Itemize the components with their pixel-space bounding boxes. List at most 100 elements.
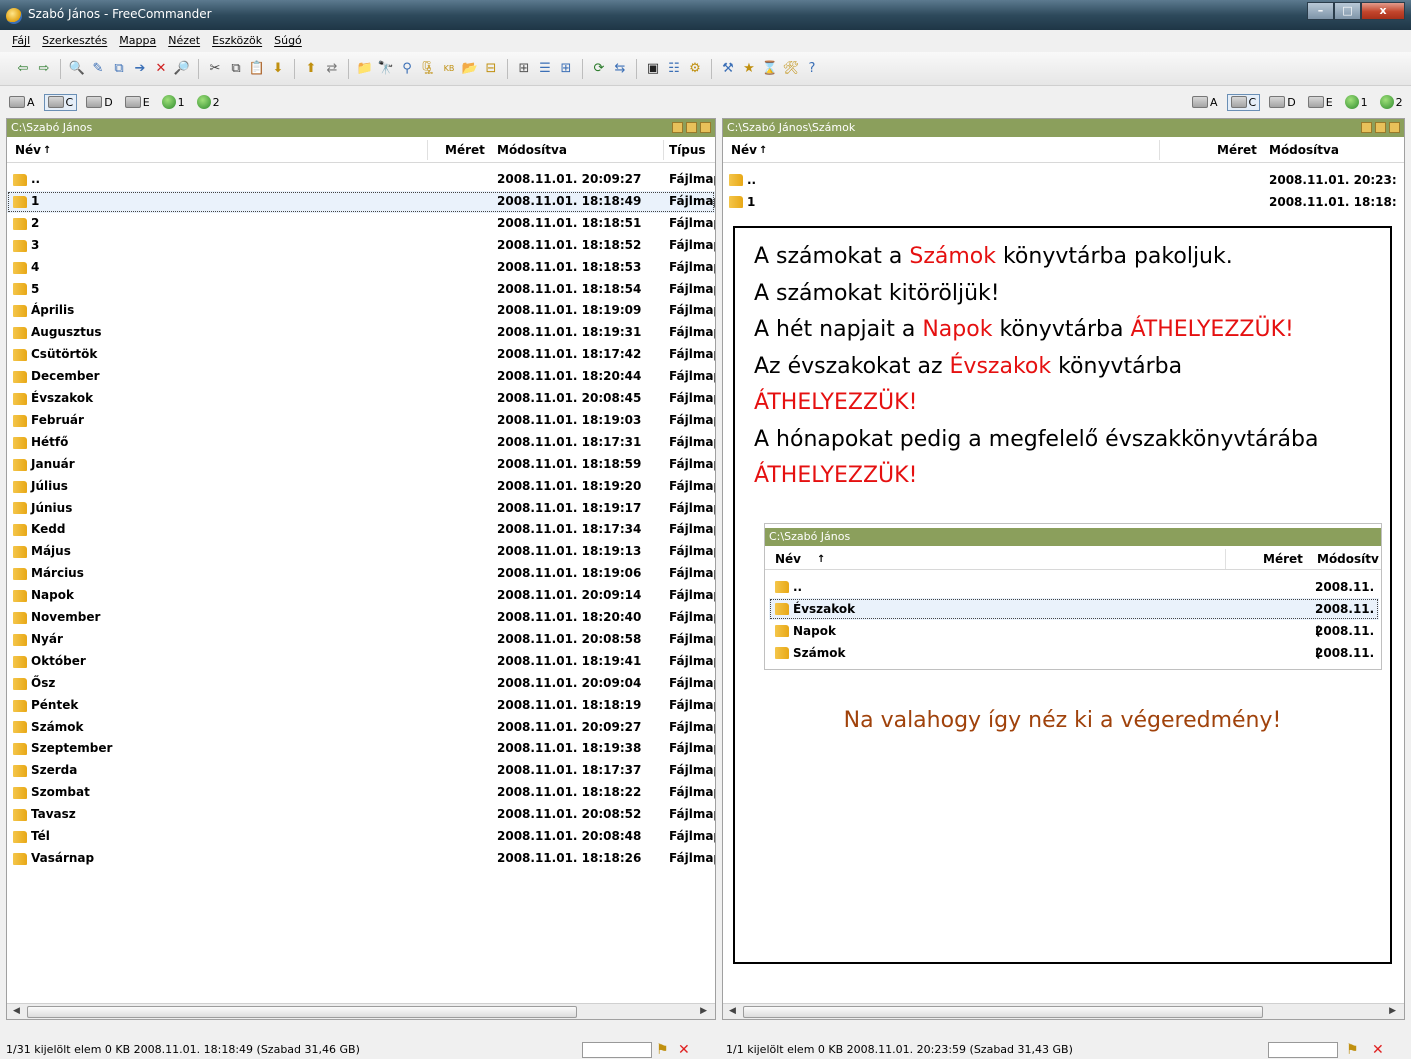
minimize-button[interactable]: – [1307, 2, 1334, 20]
list-item[interactable]: 3 2008.11.01. 18:18:52 Fájlmappa [7, 235, 715, 257]
drive-D[interactable]: D [83, 95, 115, 110]
list-item[interactable]: 5 2008.11.01. 18:18:54 Fájlmappa [7, 279, 715, 301]
maximize-button[interactable]: □ [1334, 2, 1361, 20]
find-icon[interactable]: 🔭 [377, 60, 395, 78]
drive-A[interactable]: A [1189, 95, 1221, 110]
list-item[interactable]: Július 2008.11.01. 18:19:20 Fájlmappa [7, 476, 715, 498]
folder-up-icon[interactable] [700, 122, 711, 133]
list-item[interactable]: 4 2008.11.01. 18:18:53 Fájlmappa [7, 257, 715, 279]
list-item[interactable]: Napok 2008.11.( [769, 620, 1379, 660]
newfolder-icon[interactable]: 📁 [356, 60, 374, 78]
drive-C[interactable]: C [1226, 93, 1261, 111]
folder-open-icon[interactable] [686, 122, 697, 133]
favorites-icon[interactable] [1361, 122, 1372, 133]
left-quick-filter[interactable] [582, 1042, 652, 1058]
console-icon[interactable]: ▣ [644, 60, 662, 78]
back-icon[interactable]: ⇦ [14, 60, 32, 78]
list-item[interactable]: Napok 2008.11.01. 20:09:14 Fájlmappa [7, 585, 715, 607]
list-item[interactable]: Szeptember 2008.11.01. 18:19:38 Fájlmappa [7, 738, 715, 760]
col-type[interactable]: Típus [669, 143, 706, 157]
filter-icon[interactable]: ⚑ [656, 1042, 669, 1058]
menu-tools[interactable]: Eszközök [206, 30, 268, 52]
forward-icon[interactable]: ⇨ [35, 60, 53, 78]
drive-A[interactable]: A [6, 95, 38, 110]
list-item[interactable]: Május 2008.11.01. 18:19:13 Fájlmappa [7, 541, 715, 563]
help-icon[interactable]: ? [803, 60, 821, 78]
paste-icon[interactable]: 📋 [248, 60, 266, 78]
drive-2[interactable]: 2 [194, 94, 223, 110]
list-item[interactable]: Nyár 2008.11.01. 20:08:58 Fájlmappa [7, 629, 715, 651]
list-item[interactable]: .. 2008.11.01. 20:23: [723, 169, 1404, 191]
kb-icon[interactable]: KB [440, 60, 458, 78]
col-name[interactable]: Név [15, 143, 41, 157]
scroll-right-icon[interactable]: ▶ [700, 1006, 707, 1016]
list-item[interactable]: Szombat 2008.11.01. 18:18:22 Fájlmappa [7, 782, 715, 804]
list-item[interactable]: Január 2008.11.01. 18:18:59 Fájlmappa [7, 454, 715, 476]
archive-icon[interactable]: 🗜 [419, 60, 437, 78]
folder-icon[interactable]: 📂 [461, 60, 479, 78]
col-name[interactable]: Név [731, 143, 757, 157]
list-item[interactable]: Vasárnap 2008.11.01. 18:18:26 Fájlmappa [7, 848, 715, 870]
col-modified[interactable]: Módosítva [1269, 143, 1339, 157]
drive-C[interactable]: C [43, 93, 78, 111]
clear-filter-icon[interactable]: ✕ [1372, 1042, 1384, 1058]
drive-E[interactable]: E [1305, 95, 1336, 110]
list-item[interactable]: November 2008.11.01. 18:20:40 Fájlmappa [7, 607, 715, 629]
drive-D[interactable]: D [1266, 95, 1298, 110]
drive-1[interactable]: 1 [159, 94, 188, 110]
list-item[interactable]: Csütörtök 2008.11.01. 18:17:42 Fájlmappa [7, 344, 715, 366]
size-icon[interactable]: ⊟ [482, 60, 500, 78]
list-item[interactable]: Péntek 2008.11.01. 18:18:19 Fájlmappa [7, 695, 715, 717]
props-icon[interactable]: ☷ [665, 60, 683, 78]
drive-E[interactable]: E [122, 95, 153, 110]
list-item[interactable]: Február 2008.11.01. 18:19:03 Fájlmappa [7, 410, 715, 432]
list-item[interactable]: December 2008.11.01. 18:20:44 Fájlmappa [7, 366, 715, 388]
plugin-icon[interactable]: ⚒ [719, 60, 737, 78]
menu-edit[interactable]: Szerkesztés [36, 30, 113, 52]
right-quick-filter[interactable] [1268, 1042, 1338, 1058]
drive-1[interactable]: 1 [1342, 94, 1371, 110]
menu-file[interactable]: Fájl [6, 30, 36, 52]
list-item[interactable]: Augusztus 2008.11.01. 18:19:31 Fájlmappa [7, 322, 715, 344]
pack-icon[interactable]: ⬇ [269, 60, 287, 78]
list-item[interactable]: Kedd 2008.11.01. 18:17:34 Fájlmappa [7, 519, 715, 541]
details-icon[interactable]: ☰ [536, 60, 554, 78]
right-scroll-thumb[interactable] [743, 1006, 1263, 1018]
tools-icon[interactable]: 🛠 [782, 60, 800, 78]
tree-icon[interactable]: ⊞ [515, 60, 533, 78]
list-item[interactable]: Június 2008.11.01. 18:19:17 Fájlmappa [7, 498, 715, 520]
close-button[interactable]: x [1361, 2, 1405, 20]
list-item[interactable]: .. 2008.11.01. 20:09:27 Fájlmappa [7, 169, 715, 191]
menu-folder[interactable]: Mappa [113, 30, 162, 52]
refresh-icon[interactable]: ⟳ [590, 60, 608, 78]
compare-icon[interactable]: ⇄ [323, 60, 341, 78]
list-item[interactable]: Évszakok 2008.11.( [769, 598, 1379, 638]
settings-icon[interactable]: ⚙ [686, 60, 704, 78]
search-icon[interactable]: 🔎 [173, 60, 191, 78]
menu-help[interactable]: Súgó [268, 30, 308, 52]
list-item[interactable]: Számok 2008.11.01. 20:09:27 Fájlmappa [7, 717, 715, 739]
list-item[interactable]: ..2008.11.( [769, 576, 1379, 616]
folder-up-icon[interactable] [1389, 122, 1400, 133]
view-icon[interactable]: 🔍 [68, 60, 86, 78]
sync-icon[interactable]: ⇆ [611, 60, 629, 78]
unpack-icon[interactable]: ⬆ [302, 60, 320, 78]
favorites-icon[interactable] [672, 122, 683, 133]
menu-view[interactable]: Nézet [162, 30, 206, 52]
folder-open-icon[interactable] [1375, 122, 1386, 133]
list-item[interactable]: 1 2008.11.01. 18:18:49 Fájlmappa [7, 190, 715, 213]
delete-icon[interactable]: ✕ [152, 60, 170, 78]
list-item[interactable]: Számok 2008.11.( [769, 642, 1379, 669]
drive-2[interactable]: 2 [1377, 94, 1406, 110]
cut-icon[interactable]: ✂ [206, 60, 224, 78]
list-item[interactable]: 2 2008.11.01. 18:18:51 Fájlmappa [7, 213, 715, 235]
scroll-left-icon[interactable]: ◀ [13, 1006, 20, 1016]
list-item[interactable]: Tavasz 2008.11.01. 20:08:52 Fájlmappa [7, 804, 715, 826]
list-item[interactable]: Évszakok 2008.11.01. 20:08:45 Fájlmappa [7, 388, 715, 410]
list-item[interactable]: 1 2008.11.01. 18:18: [723, 191, 1404, 213]
scroll-left-icon[interactable]: ◀ [729, 1006, 736, 1016]
thumbs-icon[interactable]: ⊞ [557, 60, 575, 78]
list-item[interactable]: Ősz 2008.11.01. 20:09:04 Fájlmappa [7, 673, 715, 695]
col-size[interactable]: Méret [445, 143, 485, 157]
list-item[interactable]: Április 2008.11.01. 18:19:09 Fájlmappa [7, 300, 715, 322]
